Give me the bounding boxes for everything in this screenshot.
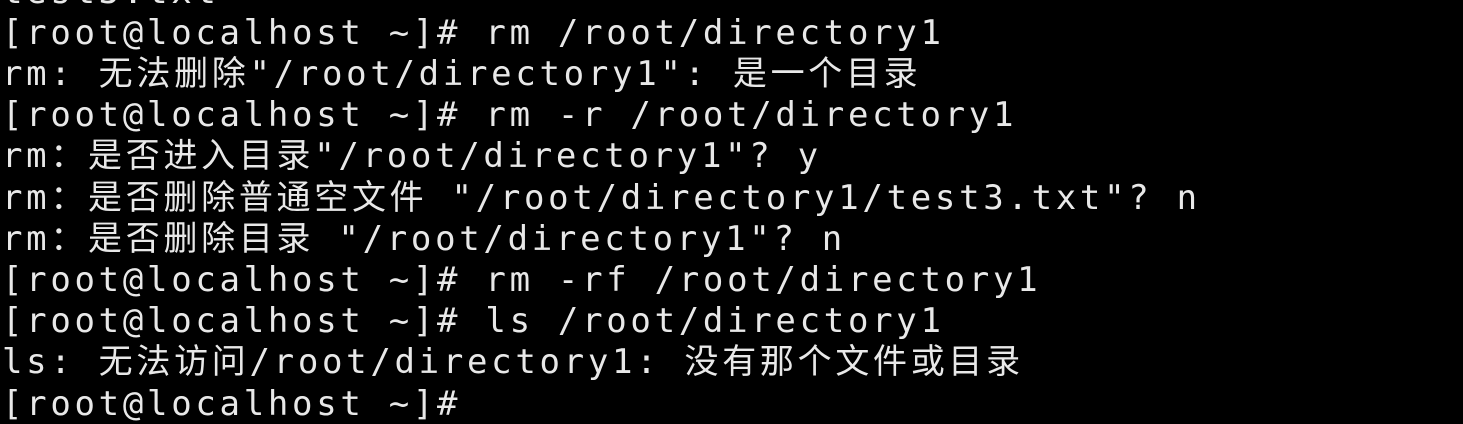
terminal-line: [root@localhost ~]# rm /root/directory1 <box>2 13 945 53</box>
terminal-line: ls: 无法访问/root/directory1: 没有那个文件或目录 <box>2 342 1024 382</box>
terminal-line: rm：是否进入目录"/root/directory1"? y <box>2 136 822 176</box>
terminal-line: [root@localhost ~]# rm -r /root/director… <box>2 95 1018 135</box>
terminal-line: [root@localhost ~]# ls /root/directory1 <box>2 301 945 341</box>
terminal-window[interactable]: test3.txt [root@localhost ~]# rm /root/d… <box>0 0 1463 424</box>
terminal-line: test3.txt <box>2 0 220 13</box>
terminal-line: rm：是否删除普通空文件 "/root/directory1/test3.txt… <box>2 178 1201 218</box>
terminal-prompt[interactable]: [root@localhost ~]# <box>2 384 461 424</box>
terminal-line: [root@localhost ~]# rm -rf /root/directo… <box>2 260 1042 300</box>
terminal-line: rm：是否删除目录 "/root/directory1"? n <box>2 219 846 259</box>
terminal-line: rm: 无法删除"/root/directory1": 是一个目录 <box>2 54 922 94</box>
